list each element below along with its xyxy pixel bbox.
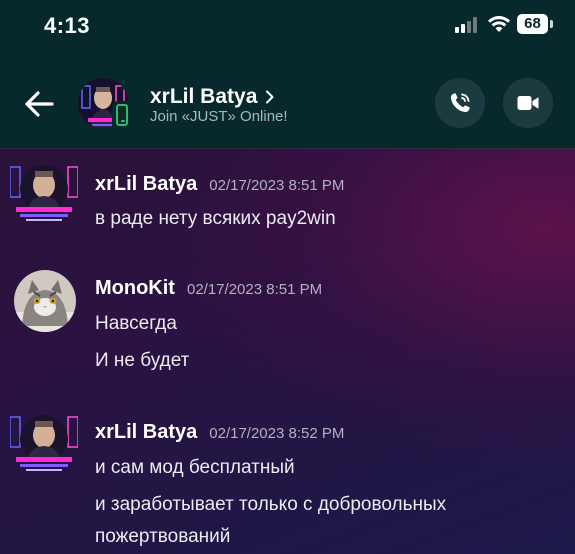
cellular-signal-icon — [455, 17, 483, 33]
message-group: xrLil Batya 02/17/2023 8:51 PM в раде не… — [0, 149, 575, 259]
phone-icon — [451, 93, 470, 112]
user-avatar[interactable] — [9, 413, 79, 475]
message-author[interactable]: xrLil Batya — [95, 173, 197, 196]
status-bar: 4:13 68 — [0, 0, 575, 56]
message-text[interactable]: Навсегда — [95, 313, 177, 335]
message-text[interactable]: и заработывает только с добровольных — [95, 494, 446, 516]
chat-screen: 4:13 68 xrLil Batya Join «JUST» Online! … — [0, 0, 575, 554]
message-text[interactable]: и сам мод бесплатный — [95, 457, 295, 479]
message-timestamp: 02/17/2023 8:51 PM — [209, 177, 345, 194]
video-call-button[interactable] — [503, 78, 553, 128]
battery-icon: 68 — [517, 14, 553, 34]
message-author[interactable]: xrLil Batya — [95, 421, 197, 444]
message-text[interactable]: пожертвований — [95, 526, 230, 548]
message-group: xrLil Batya 02/17/2023 8:52 PM и сам мод… — [0, 399, 575, 554]
chevron-right-icon — [266, 90, 274, 104]
user-avatar[interactable] — [9, 163, 79, 225]
video-camera-icon — [517, 96, 539, 110]
message-header: MonoKit 02/17/2023 8:51 PM — [95, 277, 322, 300]
message-header: xrLil Batya 02/17/2023 8:51 PM — [95, 173, 344, 196]
header-custom-status: Join «JUST» Online! — [150, 108, 288, 125]
message-author[interactable]: MonoKit — [95, 277, 175, 300]
message-text[interactable]: И не будет — [95, 350, 189, 372]
header-avatar[interactable] — [78, 78, 134, 132]
mobile-status-icon — [112, 101, 134, 131]
back-arrow-icon[interactable] — [22, 90, 54, 118]
chat-header: xrLil Batya Join «JUST» Online! — [0, 56, 575, 148]
battery-level: 68 — [517, 14, 548, 34]
message-timestamp: 02/17/2023 8:52 PM — [209, 425, 345, 442]
message-group: MonoKit 02/17/2023 8:51 PM Навсегда И не… — [0, 267, 575, 387]
message-timestamp: 02/17/2023 8:51 PM — [186, 281, 323, 298]
message-list: xrLil Batya 02/17/2023 8:51 PM в раде не… — [0, 148, 575, 554]
message-header: xrLil Batya 02/17/2023 8:52 PM — [95, 421, 344, 444]
voice-call-button[interactable] — [435, 78, 485, 128]
user-avatar[interactable] — [14, 270, 76, 332]
message-text[interactable]: в раде нету всяких pay2win — [95, 208, 336, 230]
wifi-icon — [488, 16, 510, 32]
header-username: xrLil Batya — [150, 85, 258, 108]
status-time: 4:13 — [44, 13, 91, 38]
header-user[interactable]: xrLil Batya — [150, 85, 275, 109]
